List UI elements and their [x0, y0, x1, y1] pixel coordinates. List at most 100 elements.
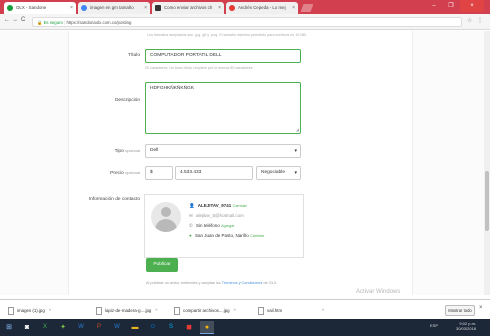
- close-tab-icon[interactable]: ×: [292, 2, 295, 14]
- contact-username: ALEJITAV_9741: [197, 203, 232, 208]
- type-optional: opcional: [125, 148, 140, 153]
- contact-phone-row: ✆ Sin teléfono Agregar: [189, 223, 235, 229]
- add-phone-link[interactable]: Agregar: [221, 224, 235, 228]
- negotiable-select-value: Negociable: [261, 170, 286, 175]
- title-input[interactable]: COMPUTADOR PORTATIL DELL: [145, 49, 301, 63]
- terms-suffix: de OLX.: [262, 281, 278, 285]
- avatar-body-shape: [155, 219, 177, 232]
- tab-label: imagen en gm tamaño: [90, 5, 134, 10]
- file-icon: [96, 306, 102, 315]
- type-label-text: Tipo: [114, 149, 124, 154]
- price-label-text: Precio: [110, 171, 124, 176]
- download-filename: lapiz-de-madera-g....jpg: [105, 308, 152, 313]
- avatar-head-shape: [161, 207, 171, 217]
- upload-hint: Los formatos aceptados son .jpg .gif y .…: [147, 33, 307, 37]
- close-tab-icon[interactable]: ×: [70, 2, 73, 14]
- change-username-link[interactable]: Cambiar: [233, 204, 247, 208]
- maximize-button[interactable]: ❐: [443, 0, 459, 12]
- activate-windows-title: Activar Windows: [356, 289, 401, 295]
- scrollbar-thumb[interactable]: [485, 171, 489, 231]
- windows-taskbar: ⊞ ◙ X ✦ W P W ▬ O S ◼ ● ESP 9:02 p.m. 30…: [0, 319, 490, 336]
- start-windows-icon[interactable]: ⊞: [2, 321, 16, 334]
- tab-enviar-archivos[interactable]: Como enviar archivos ch ×: [152, 2, 224, 14]
- taskbar-language: ESP: [430, 323, 439, 328]
- lock-icon: 🔒: [37, 20, 43, 25]
- contact-box: 👤 ALEJITAV_9741 Cambiar ✉ alejitav_5@hot…: [144, 194, 304, 258]
- page-scrollbar[interactable]: [484, 31, 490, 295]
- tab-youtube[interactable]: Andrés Cepeda - Lo mej ×: [226, 2, 298, 14]
- new-tab-button[interactable]: [300, 4, 314, 12]
- tab-olx[interactable]: OLX - Sandone ×: [4, 2, 76, 14]
- tab-label: OLX - Sandone: [16, 5, 47, 10]
- back-icon[interactable]: ←: [4, 17, 10, 23]
- currency-field[interactable]: $: [145, 166, 173, 180]
- star-icon[interactable]: ☆: [467, 17, 472, 24]
- word-icon[interactable]: W: [110, 321, 124, 334]
- contact-phone: Sin teléfono: [196, 223, 220, 228]
- tab-imagen[interactable]: imagen en gm tamaño ×: [78, 2, 150, 14]
- chevron-up-icon[interactable]: ^: [155, 308, 157, 313]
- tab-label: Andrés Cepeda - Lo mej: [238, 5, 286, 10]
- url-text: https://sandonaolx.com.co/posting: [66, 20, 132, 25]
- publish-button[interactable]: Publicar: [146, 258, 178, 272]
- close-window-button[interactable]: ×: [460, 0, 484, 12]
- skype-icon[interactable]: S: [164, 321, 178, 334]
- download-item[interactable]: vail.htm ^: [258, 305, 324, 316]
- task-view-icon[interactable]: ◙: [20, 321, 34, 334]
- close-tab-icon[interactable]: ×: [218, 2, 221, 14]
- secure-label: Es seguro: [43, 20, 63, 25]
- close-downloads-icon[interactable]: ×: [479, 305, 483, 311]
- terms-link[interactable]: Términos y Condiciones: [222, 281, 263, 285]
- clock[interactable]: 9:02 p.m. 30/03/2018: [456, 321, 476, 331]
- download-item[interactable]: compartir archivos....jpg ^: [174, 305, 236, 316]
- forward-icon[interactable]: →: [12, 17, 18, 23]
- description-label: Descripción: [114, 98, 140, 103]
- contact-email-row: ✉ alejitav_5@hotmail.com: [189, 213, 244, 219]
- negotiable-select[interactable]: Negociable: [256, 166, 301, 180]
- show-all-button[interactable]: Mostrar todo: [445, 305, 475, 316]
- contact-label: Información de contacto: [88, 197, 140, 202]
- excel-icon[interactable]: X: [38, 321, 52, 334]
- app-icon[interactable]: ◼: [182, 321, 196, 334]
- price-input[interactable]: 4.533.433: [175, 166, 253, 180]
- contact-email: alejitav_5@hotmail.com: [196, 213, 244, 218]
- price-optional: opcional: [125, 170, 140, 175]
- minimize-button[interactable]: –: [426, 0, 442, 12]
- youtube-favicon-icon: [229, 5, 235, 11]
- file-icon: [258, 306, 264, 315]
- chevron-up-icon[interactable]: ^: [234, 308, 236, 313]
- chevron-up-icon[interactable]: ^: [322, 308, 324, 313]
- type-select[interactable]: Dell: [145, 144, 301, 158]
- chrome-icon[interactable]: ●: [200, 321, 214, 334]
- description-textarea[interactable]: HDFGHKÑKÑKÑGK ◢: [145, 82, 301, 134]
- downloads-bar: images (1).jpg ^ lapiz-de-madera-g....jpg…: [0, 299, 490, 319]
- title-hint: 20 caracteres. Un buen título requiere p…: [145, 66, 253, 70]
- close-tab-icon[interactable]: ×: [144, 2, 147, 14]
- olx-favicon-icon: [7, 5, 13, 11]
- word-icon[interactable]: W: [74, 321, 88, 334]
- download-item[interactable]: images (1).jpg ^: [8, 305, 51, 316]
- google-favicon-icon: [81, 5, 87, 11]
- app-icon[interactable]: ✦: [56, 321, 70, 334]
- file-icon: [174, 306, 180, 315]
- change-location-link[interactable]: Cambiar: [250, 234, 264, 238]
- download-filename: compartir archivos....jpg: [183, 308, 230, 313]
- browser-tab-bar: OLX - Sandone × imagen en gm tamaño × Co…: [0, 0, 490, 14]
- url-field[interactable]: 🔒 Es seguro | https://sandonaolx.com.co/…: [32, 17, 462, 27]
- reload-icon[interactable]: C: [21, 17, 25, 23]
- menu-icon[interactable]: ⋮: [477, 17, 483, 24]
- download-filename: images (1).jpg: [17, 308, 45, 313]
- download-item[interactable]: lapiz-de-madera-g....jpg ^: [96, 305, 157, 316]
- contact-username-row: 👤 ALEJITAV_9741 Cambiar: [189, 203, 247, 209]
- chevron-up-icon[interactable]: ^: [49, 308, 51, 313]
- user-icon: 👤: [189, 203, 195, 208]
- clock-date: 30/03/2018: [456, 326, 477, 331]
- outlook-icon[interactable]: O: [146, 321, 160, 334]
- resize-handle-icon[interactable]: ◢: [296, 127, 299, 132]
- type-select-value: Dell: [150, 148, 159, 153]
- title-label: Título: [128, 53, 140, 58]
- file-explorer-icon[interactable]: ▬: [128, 321, 142, 334]
- file-icon: [8, 306, 14, 315]
- powerpoint-icon[interactable]: P: [92, 321, 106, 334]
- page-favicon-icon: [155, 5, 161, 11]
